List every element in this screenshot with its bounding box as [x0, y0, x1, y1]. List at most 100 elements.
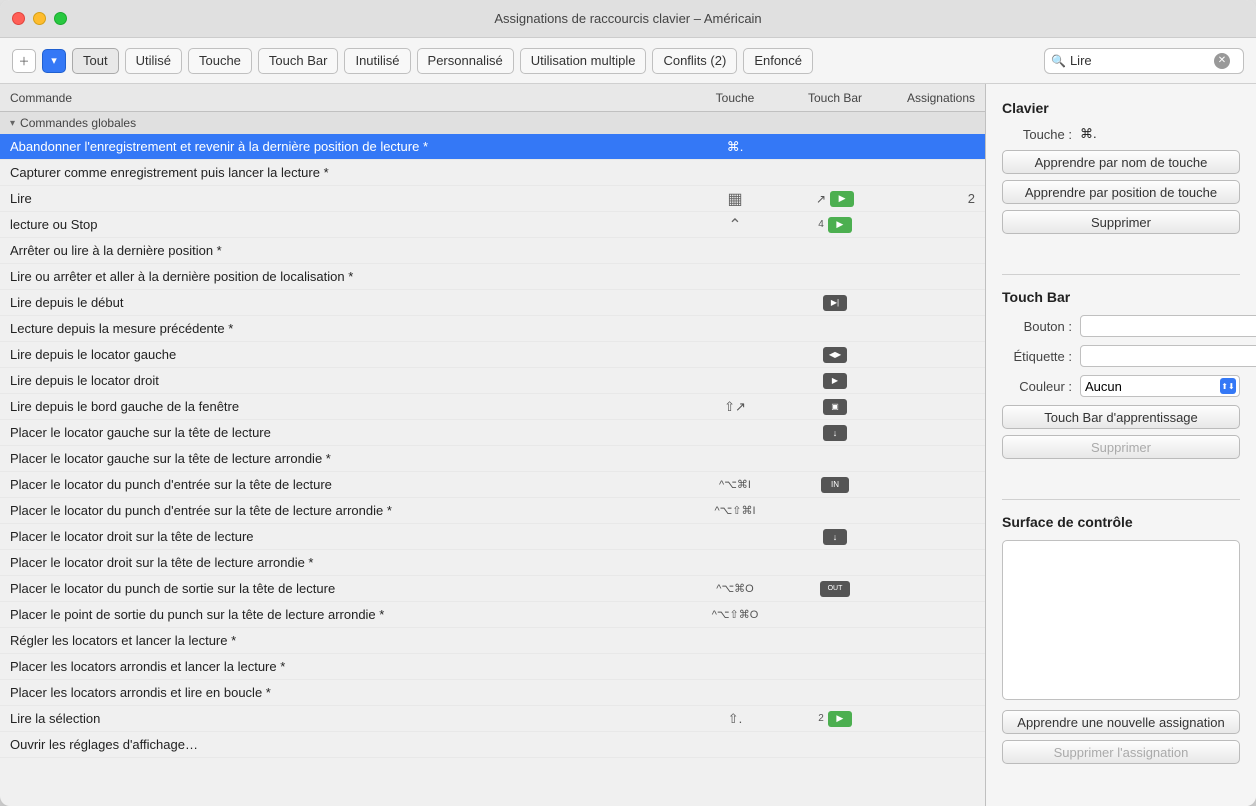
- filter-touche[interactable]: Touche: [188, 48, 252, 74]
- header-touchbar: Touch Bar: [785, 91, 885, 105]
- etiquette-input[interactable]: [1080, 345, 1256, 367]
- table-row[interactable]: Lire ou arrêter et aller à la dernière p…: [0, 264, 985, 290]
- row-label: Placer le locator du punch d'entrée sur …: [10, 477, 685, 492]
- row-label: Lire depuis le locator gauche: [10, 347, 685, 362]
- filter-inutilise[interactable]: Inutilisé: [344, 48, 410, 74]
- row-shortcut: ▦: [685, 189, 785, 209]
- filter-utilise[interactable]: Utilisé: [125, 48, 182, 74]
- traffic-lights: [12, 12, 67, 25]
- group-header-global[interactable]: ▾ Commandes globales: [0, 112, 985, 134]
- table-row[interactable]: Lire depuis le locator droit ▶: [0, 368, 985, 394]
- table-row[interactable]: Placer le point de sortie du punch sur l…: [0, 602, 985, 628]
- search-icon: 🔍: [1051, 54, 1066, 68]
- table-row[interactable]: Placer le locator du punch d'entrée sur …: [0, 472, 985, 498]
- row-touchbar: OUT: [785, 581, 885, 597]
- apprendre-assignation-button[interactable]: Apprendre une nouvelle assignation: [1002, 710, 1240, 734]
- row-shortcut: ⇧.: [685, 711, 785, 727]
- table-row[interactable]: Placer les locators arrondis et lancer l…: [0, 654, 985, 680]
- supprimer-touchbar-button[interactable]: Supprimer: [1002, 435, 1240, 459]
- touchbar-icon: ↓: [823, 425, 847, 441]
- clear-search-button[interactable]: ✕: [1214, 53, 1230, 69]
- row-label: Ouvrir les réglages d'affichage…: [10, 737, 685, 752]
- touchbar-btn: ▶: [828, 217, 852, 233]
- filter-enfonce[interactable]: Enfoncé: [743, 48, 813, 74]
- touchbar-icon: ◀▶: [823, 347, 847, 363]
- divider-1: [1002, 274, 1240, 275]
- row-touchbar: ↗ ▶: [785, 191, 885, 207]
- filter-conflits[interactable]: Conflits (2): [652, 48, 737, 74]
- row-label: Lire: [10, 191, 685, 206]
- toolbar-left: ＋ ▾ Tout Utilisé Touche Touch Bar Inutil…: [12, 48, 1038, 74]
- apprendre-nom-button[interactable]: Apprendre par nom de touche: [1002, 150, 1240, 174]
- row-shortcut: ^⌥⌘O: [685, 582, 785, 595]
- dropdown-button[interactable]: ▾: [42, 49, 66, 73]
- row-label: Placer le locator du punch d'entrée sur …: [10, 503, 685, 518]
- table-row[interactable]: Abandonner l'enregistrement et revenir à…: [0, 134, 985, 160]
- filter-multiple[interactable]: Utilisation multiple: [520, 48, 647, 74]
- etiquette-field-row: Étiquette :: [1002, 345, 1240, 367]
- filter-touchbar[interactable]: Touch Bar: [258, 48, 339, 74]
- minimize-button[interactable]: [33, 12, 46, 25]
- row-shortcut: ^⌥⇧⌘O: [685, 608, 785, 621]
- right-panel: Clavier Touche : ⌘. Apprendre par nom de…: [986, 84, 1256, 806]
- table-row[interactable]: lecture ou Stop ⌃ 4 ▶: [0, 212, 985, 238]
- row-shortcut: ⌘.: [685, 139, 785, 155]
- table-row[interactable]: Placer les locators arrondis et lire en …: [0, 680, 985, 706]
- row-label: Lire ou arrêter et aller à la dernière p…: [10, 269, 685, 284]
- table-row[interactable]: Lire depuis le bord gauche de la fenêtre…: [0, 394, 985, 420]
- table-row[interactable]: Lire depuis le locator gauche ◀▶: [0, 342, 985, 368]
- add-button[interactable]: ＋: [12, 49, 36, 73]
- row-label: lecture ou Stop: [10, 217, 685, 232]
- row-touchbar: ↓: [785, 529, 885, 545]
- table-row[interactable]: Capturer comme enregistrement puis lance…: [0, 160, 985, 186]
- row-shortcut: ^⌥⌘I: [685, 478, 785, 491]
- table-row[interactable]: Ouvrir les réglages d'affichage…: [0, 732, 985, 758]
- bouton-input[interactable]: [1080, 315, 1256, 337]
- touchbar-num: 2: [818, 713, 824, 724]
- filter-personnalise[interactable]: Personnalisé: [417, 48, 514, 74]
- toolbar: ＋ ▾ Tout Utilisé Touche Touch Bar Inutil…: [0, 38, 1256, 84]
- table-row[interactable]: Lire ▦ ↗ ▶ 2: [0, 186, 985, 212]
- apprendre-pos-button[interactable]: Apprendre par position de touche: [1002, 180, 1240, 204]
- table-row[interactable]: Arrêter ou lire à la dernière position *: [0, 238, 985, 264]
- row-shortcut: ⇧↗: [685, 399, 785, 415]
- row-label: Placer les locators arrondis et lancer l…: [10, 659, 685, 674]
- couleur-select-wrapper: Aucun ⬆⬇: [1080, 375, 1240, 397]
- table-row[interactable]: Lire depuis le début ▶|: [0, 290, 985, 316]
- touche-value: ⌘.: [1080, 126, 1097, 142]
- search-input[interactable]: [1070, 53, 1210, 68]
- table-row[interactable]: Placer le locator du punch de sortie sur…: [0, 576, 985, 602]
- row-label: Lecture depuis la mesure précédente *: [10, 321, 685, 336]
- supprimer-assignation-button[interactable]: Supprimer l'assignation: [1002, 740, 1240, 764]
- row-assignations: 2: [885, 191, 975, 206]
- close-button[interactable]: [12, 12, 25, 25]
- touchbar-title: Touch Bar: [1002, 289, 1240, 305]
- table-row[interactable]: Placer le locator droit sur la tête de l…: [0, 550, 985, 576]
- divider-2: [1002, 499, 1240, 500]
- row-touchbar: 4 ▶: [785, 217, 885, 233]
- search-box: 🔍 ✕: [1044, 48, 1244, 74]
- window-title: Assignations de raccourcis clavier – Amé…: [494, 11, 761, 26]
- couleur-label: Couleur :: [1002, 379, 1072, 394]
- touche-label: Touche :: [1002, 127, 1072, 142]
- titlebar: Assignations de raccourcis clavier – Amé…: [0, 0, 1256, 38]
- table-row[interactable]: Lecture depuis la mesure précédente *: [0, 316, 985, 342]
- table-row[interactable]: Placer le locator gauche sur la tête de …: [0, 420, 985, 446]
- table-row[interactable]: Placer le locator gauche sur la tête de …: [0, 446, 985, 472]
- row-label: Placer le locator gauche sur la tête de …: [10, 425, 685, 440]
- row-touchbar: 2 ▶: [785, 711, 885, 727]
- table-row[interactable]: Placer le locator du punch d'entrée sur …: [0, 498, 985, 524]
- header-assignations: Assignations: [885, 91, 975, 105]
- filter-tout[interactable]: Tout: [72, 48, 119, 74]
- table-row[interactable]: Placer le locator droit sur la tête de l…: [0, 524, 985, 550]
- supprimer-clavier-button[interactable]: Supprimer: [1002, 210, 1240, 234]
- table-row[interactable]: Lire la sélection ⇧. 2 ▶: [0, 706, 985, 732]
- main-window: Assignations de raccourcis clavier – Amé…: [0, 0, 1256, 806]
- couleur-select[interactable]: Aucun: [1080, 375, 1240, 397]
- touchbar-apprentissage-button[interactable]: Touch Bar d'apprentissage: [1002, 405, 1240, 429]
- maximize-button[interactable]: [54, 12, 67, 25]
- touchbar-icon: ↓: [823, 529, 847, 545]
- table-header: Commande Touche Touch Bar Assignations: [0, 84, 985, 112]
- row-label: Abandonner l'enregistrement et revenir à…: [10, 139, 685, 154]
- table-row[interactable]: Régler les locators et lancer la lecture…: [0, 628, 985, 654]
